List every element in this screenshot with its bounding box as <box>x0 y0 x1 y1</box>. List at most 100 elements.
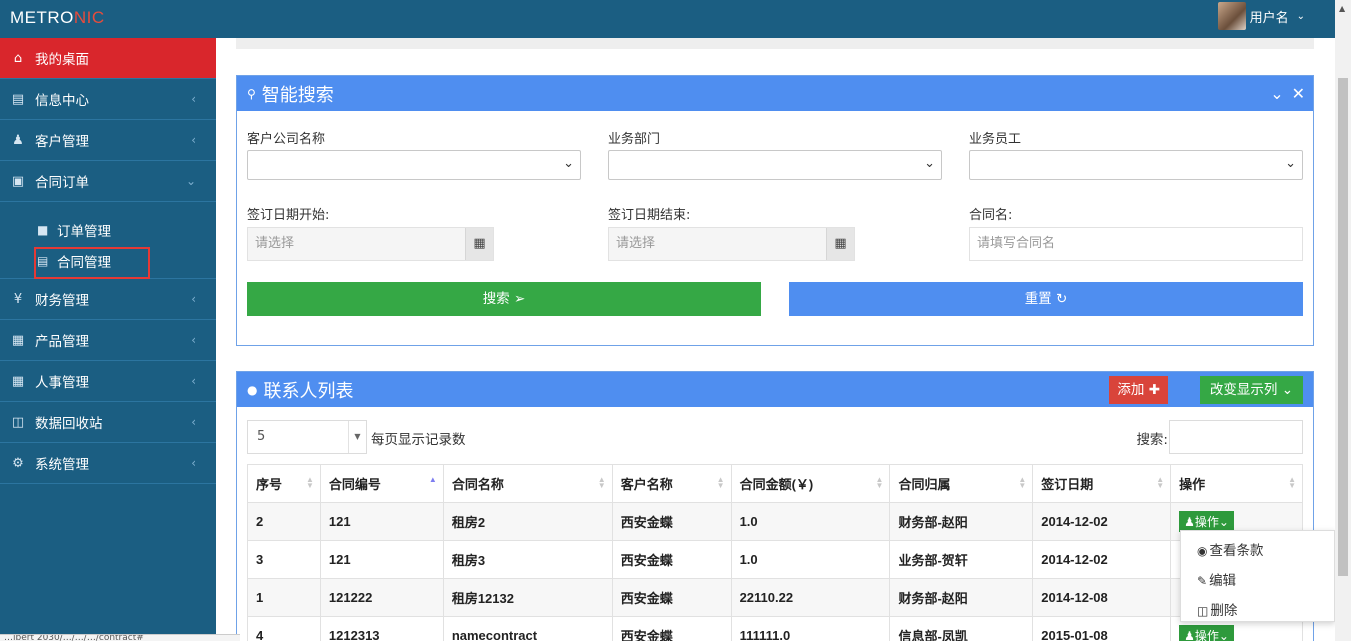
sidebar-item-customers[interactable]: ♟ 客户管理 ‹ <box>0 120 216 161</box>
user-icon: ♟ <box>1184 515 1195 529</box>
edit-icon: ✎ <box>1197 574 1208 588</box>
sidebar-item-finance[interactable]: ¥ 财务管理 ‹ <box>0 279 216 320</box>
column-header[interactable]: 合同名称 ▲ ▼ <box>442 464 613 503</box>
table-icon: ▦ <box>11 373 25 389</box>
dept-label: 业务部门 <box>608 132 661 147</box>
page-size-label: 每页显示记录数 <box>371 432 466 448</box>
table-icon: ▦ <box>11 332 25 348</box>
column-header[interactable]: 操作 ▲ ▼ <box>1170 464 1303 503</box>
page-size-select[interactable]: 5 ▼ <box>247 420 367 454</box>
calendar-icon[interactable]: ▦ <box>465 228 493 260</box>
chevron-down-icon: ⌄ <box>1296 10 1305 22</box>
avatar <box>1217 2 1246 30</box>
chevron-left-icon: ‹ <box>191 456 196 470</box>
column-header[interactable]: 合同归属 ▲ ▼ <box>889 464 1034 503</box>
panel-tools: ⌄ ✕ <box>1270 84 1305 103</box>
close-icon[interactable]: ✕ <box>1292 84 1305 103</box>
sidebar-subitem-orders[interactable]: ■ 订单管理 <box>0 214 216 245</box>
end-date-input[interactable]: 请选择 ▦ <box>608 227 855 261</box>
chevron-left-icon: ‹ <box>191 374 196 388</box>
plus-icon: ✚ <box>1148 382 1160 398</box>
user-menu[interactable]: 用户名 ⌄ <box>1217 2 1305 30</box>
search-button[interactable]: 搜索 ➢ <box>247 282 761 316</box>
search-icon: ⚲ <box>247 86 256 101</box>
main-content: ⚲ 智能搜索 ⌄ ✕ 客户公司名称 业务部门 业务员工 ⌄ ⌄ ⌄ 签订日期开始… <box>216 38 1335 641</box>
app-logo[interactable]: METRONIC <box>10 8 105 28</box>
inbox-icon: ▤ <box>11 91 25 107</box>
sidebar-subitem-contracts[interactable]: ▤ 合同管理 <box>0 245 216 279</box>
column-header[interactable]: 合同编号 ▲ <box>319 464 444 503</box>
eye-icon: ◉ <box>1197 544 1208 558</box>
table-row: 1 121222 租房12132 西安金蝶 22110.22 财务部-赵阳 20… <box>247 578 1303 617</box>
sidebar-item-products[interactable]: ▦ 产品管理 ‹ <box>0 320 216 361</box>
menu-item-delete[interactable]: ◫ 删除 <box>1181 596 1334 626</box>
column-header[interactable]: 客户名称 ▲ ▼ <box>611 464 732 503</box>
sidebar-item-hr[interactable]: ▦ 人事管理 ‹ <box>0 361 216 402</box>
company-select[interactable]: ⌄ <box>247 150 581 180</box>
collapse-icon[interactable]: ⌄ <box>1270 84 1283 103</box>
username: 用户名 <box>1249 10 1289 26</box>
action-button[interactable]: ♟操作⌄ <box>1179 625 1234 641</box>
arrow-circle-right-icon: ➢ <box>513 291 526 307</box>
staff-label: 业务员工 <box>969 132 1022 147</box>
user-icon: ♟ <box>12 132 24 148</box>
sidebar-item-info-center[interactable]: ▤ 信息中心 ‹ <box>0 79 216 120</box>
column-header[interactable]: 合同金额(￥) ▲ ▼ <box>730 464 891 503</box>
dept-select[interactable]: ⌄ <box>608 150 942 180</box>
sidebar-submenu: ■ 订单管理 ▤ 合同管理 <box>0 202 216 279</box>
chevron-left-icon: ‹ <box>191 415 196 429</box>
scroll-up-icon[interactable]: ▲ <box>1339 4 1345 13</box>
sidebar-item-recycle[interactable]: ◫ 数据回收站 ‹ <box>0 402 216 443</box>
sort-asc-icon: ▲ <box>428 475 437 484</box>
sort-icon: ▲ ▼ <box>1018 475 1027 490</box>
chevron-down-icon: ⌄ <box>563 156 574 171</box>
start-date-label: 签订日期开始: <box>247 208 330 223</box>
gear-icon: ⚙ <box>12 455 24 471</box>
refresh-icon: ↻ <box>1055 291 1068 307</box>
book-icon: ▣ <box>11 173 25 189</box>
sidebar-item-desktop[interactable]: ⌂ 我的桌面 <box>0 38 216 79</box>
add-button[interactable]: 添加 ✚ <box>1109 376 1168 404</box>
end-date-label: 签订日期结束: <box>608 208 691 223</box>
contract-name-label: 合同名: <box>969 208 1013 223</box>
scroll-thumb[interactable] <box>1338 78 1348 576</box>
sidebar-item-system[interactable]: ⚙ 系统管理 ‹ <box>0 443 216 484</box>
menu-item-view-terms[interactable]: ◉ 查看条款 <box>1181 536 1334 566</box>
trash-icon: ◫ <box>1197 604 1209 618</box>
breadcrumb-strip <box>236 38 1314 49</box>
sort-icon: ▲ ▼ <box>1288 475 1296 490</box>
action-button[interactable]: ♟操作⌄ <box>1179 511 1234 532</box>
table-row: 2 121 租房2 西安金蝶 1.0 财务部-赵阳 2014-12-02 ♟操作… <box>247 502 1303 541</box>
chevron-down-icon: ⌄ <box>1281 382 1293 398</box>
trash-icon: ◫ <box>11 414 25 430</box>
calendar-icon[interactable]: ▦ <box>826 228 854 260</box>
caret-down-icon: ▼ <box>348 421 366 453</box>
chevron-down-icon: ⌄ <box>1285 156 1296 171</box>
table-search-input[interactable] <box>1169 420 1303 454</box>
table-header-row: 序号 ▲ ▼ 合同编号 ▲ 合同名称 ▲ ▼ 客户名称 ▲ ▼ 合同金额(￥) ▲ ▼ 合同归属 ▲… <box>247 464 1303 503</box>
staff-select[interactable]: ⌄ <box>969 150 1303 180</box>
column-header[interactable]: 序号 ▲ ▼ <box>247 464 321 503</box>
contract-name-input[interactable]: 请填写合同名 <box>969 227 1303 261</box>
sidebar: ⌂ 我的桌面 ▤ 信息中心 ‹ ♟ 客户管理 ‹ ▣ 合同订单 ⌄ ■ 订单管理… <box>0 38 216 641</box>
sort-icon: ▲ ▼ <box>875 475 884 490</box>
sort-icon: ▲ ▼ <box>1156 475 1165 490</box>
table-search-label: 搜索: <box>1136 432 1168 448</box>
home-icon: ⌂ <box>13 50 23 66</box>
column-header[interactable]: 签订日期 ▲ ▼ <box>1032 464 1172 503</box>
user-icon: ♟ <box>1184 629 1195 641</box>
chevron-left-icon: ‹ <box>191 292 196 306</box>
browser-status-bar: …lbert 2030/…/…/…/contract# <box>0 634 240 641</box>
reset-button[interactable]: 重置 ↻ <box>789 282 1303 316</box>
chevron-left-icon: ‹ <box>191 92 196 106</box>
print-icon: ▤ <box>37 253 49 268</box>
search-panel-header: ⚲ 智能搜索 <box>237 76 1313 111</box>
menu-item-edit[interactable]: ✎ 编辑 <box>1181 566 1334 596</box>
change-columns-button[interactable]: 改变显示列 ⌄ <box>1199 376 1303 404</box>
contact-list-panel: ● 联系人列表 添加 ✚ 改变显示列 ⌄ 5 ▼ 每页显示记录数 搜索: 序号 ▲… <box>236 371 1314 641</box>
start-date-input[interactable]: 请选择 ▦ <box>247 227 494 261</box>
page-scrollbar[interactable]: ▲ <box>1335 0 1351 641</box>
yen-icon: ¥ <box>13 291 23 307</box>
top-header: METRONIC 用户名 ⌄ <box>0 0 1335 38</box>
sidebar-item-contracts[interactable]: ▣ 合同订单 ⌄ <box>0 161 216 202</box>
